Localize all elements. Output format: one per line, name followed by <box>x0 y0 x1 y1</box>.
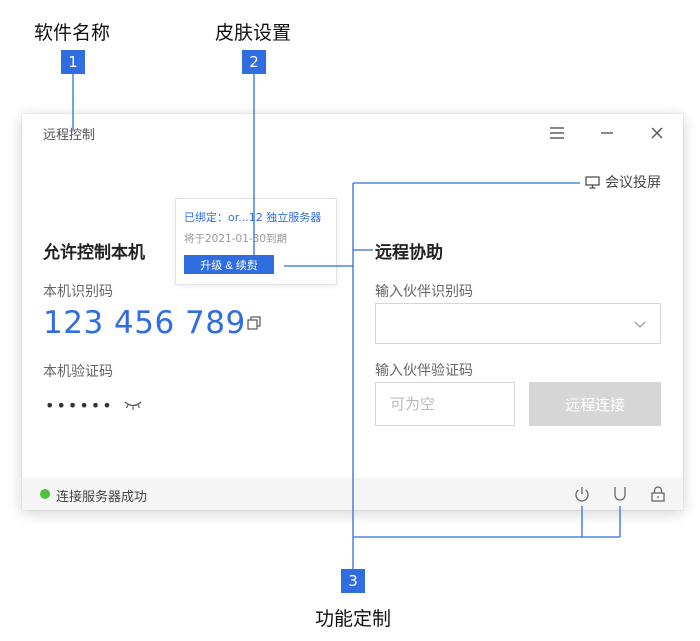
minimize-icon <box>601 132 613 134</box>
local-code-value: •••••• <box>45 396 114 415</box>
partner-id-label: 输入伙伴识别码 <box>375 284 473 300</box>
eye-closed-icon[interactable] <box>124 399 142 411</box>
bound-server-text: 已绑定：or...12 独立服务器 <box>184 211 322 224</box>
callout-3-title: 功能定制 <box>315 608 392 630</box>
minimize-button[interactable] <box>596 122 618 144</box>
meeting-cast-label: 会议投屏 <box>605 175 661 191</box>
local-id-value[interactable]: 123 456 789 <box>43 305 246 341</box>
callout-3-badge: 3 <box>341 569 365 593</box>
local-id-label: 本机识别码 <box>43 284 113 300</box>
menu-button[interactable] <box>546 122 568 144</box>
app-window: 远程控制 会议投屏 已绑定：or...12 独立服务器 将于2021-01-30… <box>22 114 683 510</box>
status-dot <box>40 489 50 499</box>
callout-2-title: 皮肤设置 <box>215 22 292 44</box>
remote-assist-title: 远程协助 <box>375 243 443 263</box>
close-button[interactable] <box>646 122 668 144</box>
magnet-icon[interactable] <box>611 485 629 503</box>
allow-control-title: 允许控制本机 <box>43 243 145 263</box>
callout-1-badge: 1 <box>61 50 85 74</box>
expiry-text: 将于2021-01-30到期 <box>184 233 288 245</box>
meeting-cast-button[interactable]: 会议投屏 <box>585 172 661 192</box>
callout-1-title: 软件名称 <box>34 22 111 44</box>
close-icon <box>651 127 663 139</box>
partner-code-label: 输入伙伴验证码 <box>375 363 473 379</box>
lock-icon[interactable] <box>649 485 667 503</box>
upgrade-renew-button[interactable]: 升级 & 续费 <box>184 255 274 274</box>
app-title: 远程控制 <box>43 128 96 143</box>
license-popup: 已绑定：or...12 独立服务器 将于2021-01-30到期 升级 & 续费 <box>175 198 337 285</box>
local-code-label: 本机验证码 <box>43 364 113 380</box>
partner-code-input[interactable] <box>375 382 515 426</box>
copy-icon[interactable] <box>247 316 261 330</box>
status-bar: 连接服务器成功 <box>22 478 683 510</box>
callout-2-badge: 2 <box>242 50 266 74</box>
monitor-icon <box>585 175 600 189</box>
status-text: 连接服务器成功 <box>56 490 148 505</box>
power-icon[interactable] <box>573 485 591 503</box>
chevron-down-icon <box>634 321 646 328</box>
title-bar: 远程控制 <box>22 114 683 150</box>
partner-id-select[interactable] <box>375 303 661 344</box>
remote-connect-button[interactable]: 远程连接 <box>529 382 661 426</box>
menu-icon <box>550 127 564 139</box>
